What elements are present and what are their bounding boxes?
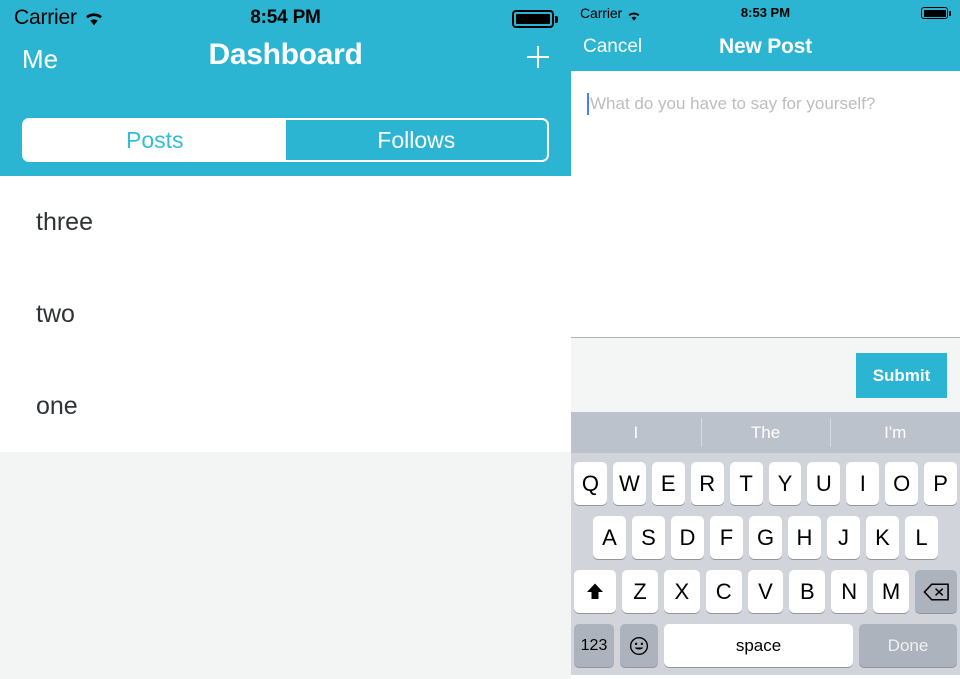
page-title: New Post <box>719 35 812 58</box>
shift-icon[interactable] <box>574 570 616 613</box>
list-item[interactable]: one <box>0 360 571 452</box>
right-navigation-bar: Cancel New Post <box>571 28 960 71</box>
key-i[interactable]: I <box>846 462 880 505</box>
keyboard-row-2: A S D F G H J K L <box>574 516 957 559</box>
submit-button[interactable]: Submit <box>856 353 947 398</box>
emoji-smiley-icon[interactable] <box>620 624 658 667</box>
key-j[interactable]: J <box>827 516 860 559</box>
dual-phone-screenshot: Carrier 8:54 PM Me Dashboard Posts Follo… <box>0 0 960 679</box>
key-p[interactable]: P <box>924 462 958 505</box>
left-status-bar: Carrier 8:54 PM <box>0 0 571 34</box>
status-bar-time: 8:53 PM <box>740 5 791 20</box>
onscreen-keyboard: Q W E R T Y U I O P A S D F G H J K L Z … <box>571 453 960 675</box>
key-e[interactable]: E <box>651 462 685 505</box>
compose-text-area[interactable]: What do you have to say for yourself? <box>571 71 960 337</box>
battery-full-icon <box>921 7 951 19</box>
key-u[interactable]: U <box>807 462 841 505</box>
left-navigation-bar: Me Dashboard <box>0 34 571 90</box>
keyboard-accessory-bar: Submit <box>571 337 960 412</box>
keyboard-row-4: 123 space Done <box>574 624 957 667</box>
key-a[interactable]: A <box>593 516 626 559</box>
key-w[interactable]: W <box>612 462 646 505</box>
key-f[interactable]: F <box>710 516 743 559</box>
right-phone-panel: Carrier 8:53 PM Cancel New Post What do … <box>571 0 960 679</box>
space-key[interactable]: space <box>664 624 853 667</box>
posts-list: three two one <box>0 176 571 452</box>
right-nav-block: Carrier 8:53 PM Cancel New Post <box>571 0 960 71</box>
key-x[interactable]: X <box>663 570 700 613</box>
key-o[interactable]: O <box>885 462 919 505</box>
key-s[interactable]: S <box>632 516 665 559</box>
plus-icon[interactable] <box>527 46 549 68</box>
key-r[interactable]: R <box>690 462 724 505</box>
key-v[interactable]: V <box>747 570 784 613</box>
tab-follows[interactable]: Follows <box>286 120 548 160</box>
key-m[interactable]: M <box>873 570 910 613</box>
keyboard-row-1: Q W E R T Y U I O P <box>573 462 958 505</box>
key-k[interactable]: K <box>866 516 899 559</box>
key-z[interactable]: Z <box>622 570 658 613</box>
key-y[interactable]: Y <box>768 462 802 505</box>
right-status-bar: Carrier 8:53 PM <box>571 0 960 28</box>
left-phone-panel: Carrier 8:54 PM Me Dashboard Posts Follo… <box>0 0 571 679</box>
battery-full-icon <box>512 10 558 28</box>
predictive-text-bar: I The I'm <box>571 412 960 453</box>
key-q[interactable]: Q <box>573 462 607 505</box>
key-l[interactable]: L <box>905 516 938 559</box>
key-c[interactable]: C <box>705 570 742 613</box>
backspace-icon[interactable] <box>915 570 958 613</box>
list-item[interactable]: two <box>0 268 571 360</box>
left-nav-block: Carrier 8:54 PM Me Dashboard Posts Follo… <box>0 0 571 176</box>
status-bar-time: 8:54 PM <box>250 7 321 28</box>
key-n[interactable]: N <box>831 570 868 613</box>
key-h[interactable]: H <box>788 516 821 559</box>
tab-posts[interactable]: Posts <box>24 120 286 160</box>
list-empty-footer <box>0 452 571 679</box>
numbers-key[interactable]: 123 <box>574 624 614 667</box>
compose-placeholder: What do you have to say for yourself? <box>590 94 876 113</box>
predictive-suggestion[interactable]: I'm <box>830 412 960 453</box>
segmented-control[interactable]: Posts Follows <box>22 118 549 162</box>
predictive-suggestion[interactable]: I <box>571 412 701 453</box>
key-t[interactable]: T <box>729 462 763 505</box>
text-caret <box>587 93 589 115</box>
list-item[interactable]: three <box>0 176 571 268</box>
page-title: Dashboard <box>208 38 363 71</box>
keyboard-row-3: Z X C V B N M <box>574 570 958 613</box>
done-key[interactable]: Done <box>859 624 957 667</box>
key-g[interactable]: G <box>749 516 782 559</box>
key-d[interactable]: D <box>671 516 704 559</box>
key-b[interactable]: B <box>789 570 826 613</box>
predictive-suggestion[interactable]: The <box>700 412 831 453</box>
